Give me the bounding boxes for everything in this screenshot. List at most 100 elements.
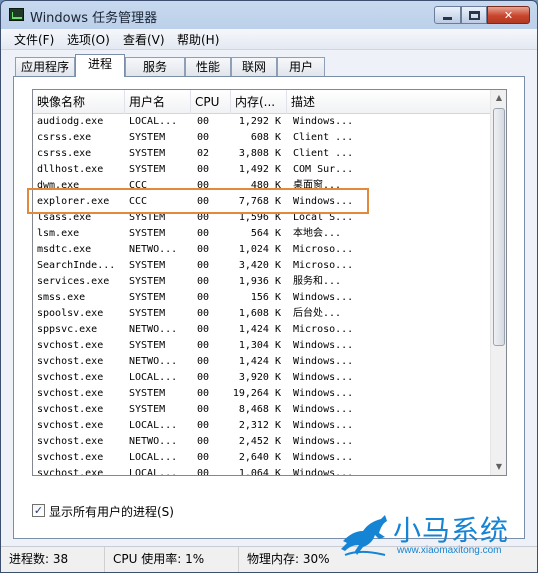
process-cpu-cell: 00 (197, 260, 210, 271)
table-row[interactable]: SearchInde... SYSTEM 00 3,420 K Microso... (33, 258, 492, 274)
scroll-thumb[interactable] (493, 108, 505, 346)
process-description-cell: Windows... (293, 116, 354, 127)
process-memory-cell: 3,920 K (238, 372, 281, 383)
process-name-cell: svchost.exe (37, 372, 104, 383)
process-name-cell: csrss.exe (37, 148, 92, 159)
process-name-cell: csrss.exe (37, 132, 92, 143)
process-user-cell: LOCAL... (129, 468, 178, 476)
process-description-cell: Windows... (293, 420, 354, 431)
table-row[interactable]: csrss.exe SYSTEM 02 3,808 K Client ... (33, 146, 492, 162)
process-memory-cell: 156 K (250, 292, 281, 303)
tab-users[interactable]: 用户 (277, 57, 325, 77)
process-user-cell: LOCAL... (129, 452, 178, 463)
close-icon: ✕ (503, 8, 514, 22)
process-name-cell: smss.exe (37, 292, 86, 303)
table-row[interactable]: svchost.exe LOCAL... 00 1,064 K Windows... (33, 466, 492, 476)
table-row[interactable]: svchost.exe LOCAL... 00 2,640 K Windows... (33, 450, 492, 466)
process-list[interactable]: 映像名称 用户名 CPU 内存(... 描述 audiodg.exe LOCAL.… (32, 89, 507, 476)
window-title: Windows 任务管理器 (30, 11, 158, 26)
table-row[interactable]: spoolsv.exe SYSTEM 00 1,608 K 后台处... (33, 306, 492, 322)
watermark-logo: 小马系统 www.xiaomaxitong.com (331, 511, 536, 561)
table-row[interactable]: lsm.exe SYSTEM 00 564 K 本地会... (33, 226, 492, 242)
column-image-name[interactable]: 映像名称 (33, 90, 125, 114)
tab-processes[interactable]: 进程 (75, 54, 125, 77)
process-name-cell: svchost.exe (37, 452, 104, 463)
table-row[interactable]: svchost.exe LOCAL... 00 3,920 K Windows... (33, 370, 492, 386)
process-user-cell: LOCAL... (129, 116, 178, 127)
process-name-cell: svchost.exe (37, 356, 104, 367)
column-user-name[interactable]: 用户名 (125, 90, 191, 114)
process-memory-cell: 2,452 K (238, 436, 281, 447)
process-description-cell: Microso... (293, 244, 354, 255)
watermark-text: 小马系统 (393, 514, 510, 547)
maximize-button[interactable] (461, 6, 487, 24)
process-memory-cell: 2,640 K (238, 452, 281, 463)
status-process-count: 进程数: 38 (1, 547, 105, 572)
process-user-cell: SYSTEM (129, 292, 166, 303)
tab-networking[interactable]: 联网 (231, 57, 277, 77)
title-bar[interactable]: Windows 任务管理器 ✕ (1, 1, 537, 29)
table-row[interactable]: svchost.exe SYSTEM 00 1,304 K Windows... (33, 338, 492, 354)
process-cpu-cell: 00 (197, 468, 210, 476)
list-header: 映像名称 用户名 CPU 内存(... 描述 (33, 90, 492, 114)
process-cpu-cell: 00 (197, 164, 210, 175)
column-cpu[interactable]: CPU (191, 90, 231, 114)
process-memory-cell: 1,292 K (238, 116, 281, 127)
horse-icon (341, 515, 387, 556)
tab-performance[interactable]: 性能 (185, 57, 231, 77)
process-user-cell: SYSTEM (129, 404, 166, 415)
column-memory[interactable]: 内存(... (231, 90, 287, 114)
table-row[interactable]: audiodg.exe LOCAL... 00 1,292 K Windows... (33, 114, 492, 130)
process-description-cell: Windows... (293, 292, 354, 303)
tab-services[interactable]: 服务 (125, 57, 185, 77)
menu-file[interactable]: 文件(F) (13, 31, 55, 48)
maximize-icon (468, 10, 480, 20)
task-manager-icon (9, 8, 24, 21)
process-cpu-cell: 00 (197, 324, 210, 335)
table-row[interactable]: svchost.exe NETWO... 00 1,424 K Windows... (33, 354, 492, 370)
minimize-button[interactable] (434, 6, 461, 24)
menu-view[interactable]: 查看(V) (122, 31, 166, 48)
process-name-cell: svchost.exe (37, 340, 104, 351)
process-cpu-cell: 00 (197, 132, 210, 143)
table-row[interactable]: svchost.exe SYSTEM 00 19,264 K Windows... (33, 386, 492, 402)
table-row[interactable]: smss.exe SYSTEM 00 156 K Windows... (33, 290, 492, 306)
process-description-cell: Windows... (293, 468, 354, 476)
table-row[interactable]: msdtc.exe NETWO... 00 1,024 K Microso... (33, 242, 492, 258)
table-row[interactable]: dllhost.exe SYSTEM 00 1,492 K COM Sur... (33, 162, 492, 178)
close-button[interactable]: ✕ (487, 6, 530, 24)
table-row[interactable]: svchost.exe SYSTEM 00 8,468 K Windows... (33, 402, 492, 418)
process-memory-cell: 1,304 K (238, 340, 281, 351)
process-cpu-cell: 02 (197, 148, 210, 159)
status-cpu-usage: CPU 使用率: 1% (105, 547, 239, 572)
process-cpu-cell: 00 (197, 388, 210, 399)
column-description[interactable]: 描述 (287, 90, 492, 114)
process-user-cell: NETWO... (129, 244, 178, 255)
process-user-cell: SYSTEM (129, 260, 166, 271)
table-row[interactable]: services.exe SYSTEM 00 1,936 K 服务和... (33, 274, 492, 290)
process-description-cell: Windows... (293, 340, 354, 351)
vertical-scrollbar[interactable]: ▲ ▼ (490, 90, 506, 475)
process-memory-cell: 3,808 K (238, 148, 281, 159)
process-cpu-cell: 00 (197, 404, 210, 415)
table-row[interactable]: svchost.exe LOCAL... 00 2,312 K Windows... (33, 418, 492, 434)
process-name-cell: sppsvc.exe (37, 324, 98, 335)
menu-help[interactable]: 帮助(H) (176, 31, 220, 48)
process-description-cell: COM Sur... (293, 164, 354, 175)
process-description-cell: Windows... (293, 388, 354, 399)
process-user-cell: LOCAL... (129, 420, 178, 431)
table-row[interactable]: svchost.exe NETWO... 00 2,452 K Windows... (33, 434, 492, 450)
table-row[interactable]: sppsvc.exe NETWO... 00 1,424 K Microso... (33, 322, 492, 338)
menu-options[interactable]: 选项(O) (66, 31, 111, 48)
process-memory-cell: 19,264 K (232, 388, 281, 399)
process-name-cell: svchost.exe (37, 388, 104, 399)
process-memory-cell: 564 K (250, 228, 281, 239)
tab-applications[interactable]: 应用程序 (15, 57, 75, 77)
table-row[interactable]: csrss.exe SYSTEM 00 608 K Client ... (33, 130, 492, 146)
scroll-up-icon[interactable]: ▲ (491, 90, 506, 106)
scroll-down-icon[interactable]: ▼ (491, 459, 506, 475)
process-description-cell: Windows... (293, 356, 354, 367)
show-all-users-checkbox[interactable]: ✓ (32, 504, 45, 517)
watermark-url: www.xiaomaxitong.com (397, 545, 502, 556)
show-all-users-label[interactable]: 显示所有用户的进程(S) (49, 503, 174, 520)
